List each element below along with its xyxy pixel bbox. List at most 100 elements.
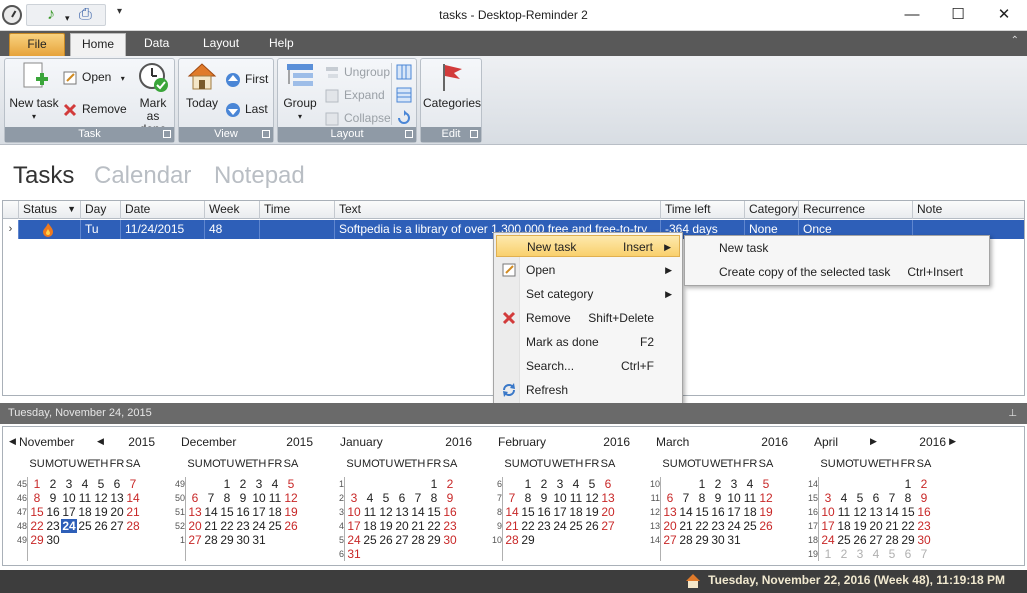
calendar-day[interactable]: 19 xyxy=(93,505,109,519)
calendar-day[interactable]: 28 xyxy=(884,533,900,547)
calendar-day[interactable]: 8 xyxy=(900,491,916,505)
calendar-day[interactable]: 3 xyxy=(251,477,267,491)
calendar-day[interactable]: 12 xyxy=(852,505,868,519)
calendar-day[interactable]: 24 xyxy=(346,533,362,547)
calendar-day[interactable]: 25 xyxy=(77,519,93,533)
calendar-day[interactable]: 4 xyxy=(568,477,584,491)
calendar-day[interactable]: 17 xyxy=(552,505,568,519)
calendar-day[interactable]: 26 xyxy=(852,533,868,547)
pin-icon[interactable]: ⊥ xyxy=(1008,403,1017,424)
calendar-day[interactable]: 18 xyxy=(362,519,378,533)
calendar-day[interactable]: 20 xyxy=(868,519,884,533)
next-month-icon[interactable]: ▶ xyxy=(870,436,877,447)
calendar-day[interactable]: 9 xyxy=(235,491,251,505)
calendar-day[interactable]: 24 xyxy=(726,519,742,533)
calendar-day[interactable]: 18 xyxy=(267,505,283,519)
calendar-day[interactable]: 30 xyxy=(442,533,458,547)
calendar-day[interactable]: 10 xyxy=(820,505,836,519)
calendar-day[interactable]: 5 xyxy=(852,491,868,505)
collapse-ribbon-icon[interactable]: ⌃ xyxy=(1011,35,1019,46)
header-recurrence[interactable]: Recurrence xyxy=(798,201,912,219)
calendar-day[interactable]: 6 xyxy=(868,491,884,505)
header-time-left[interactable]: Time left xyxy=(660,201,744,219)
tab-data[interactable]: Data xyxy=(132,33,181,56)
calendar-day[interactable]: 25 xyxy=(836,533,852,547)
calendar-day[interactable]: 23 xyxy=(235,519,251,533)
calendar-day[interactable]: 27 xyxy=(662,533,678,547)
calendar-day[interactable]: 26 xyxy=(584,519,600,533)
calendar-day[interactable]: 8 xyxy=(694,491,710,505)
filter-icon[interactable]: ▼ xyxy=(67,201,76,218)
expand-button[interactable]: Expand xyxy=(324,85,385,105)
calendar-day[interactable]: 26 xyxy=(93,519,109,533)
calendar-day[interactable]: 15 xyxy=(694,505,710,519)
calendar-day[interactable]: 4 xyxy=(362,491,378,505)
calendar-day[interactable]: 5 xyxy=(93,477,109,491)
calendar-day[interactable]: 15 xyxy=(900,505,916,519)
header-week[interactable]: Week xyxy=(204,201,259,219)
calendar-day[interactable]: 14 xyxy=(125,491,141,505)
calendar-day[interactable]: 5 xyxy=(584,477,600,491)
calendar-day[interactable]: 13 xyxy=(187,505,203,519)
calendar-day[interactable]: 4 xyxy=(742,477,758,491)
maximize-button[interactable]: ☐ xyxy=(935,0,981,30)
calendar-day[interactable]: 7 xyxy=(410,491,426,505)
last-button[interactable]: Last xyxy=(225,99,268,119)
calendar-day[interactable]: 17 xyxy=(726,505,742,519)
calendar-day[interactable]: 21 xyxy=(678,519,694,533)
today-button[interactable]: Today xyxy=(182,61,222,110)
calendar-day[interactable]: 11 xyxy=(742,491,758,505)
calendar-day[interactable]: 7 xyxy=(203,491,219,505)
calendar-day[interactable]: 28 xyxy=(678,533,694,547)
calendar-day[interactable]: 13 xyxy=(600,491,616,505)
calendar-day[interactable]: 10 xyxy=(552,491,568,505)
ungroup-button[interactable]: Ungroup xyxy=(324,62,390,82)
calendar-day[interactable]: 22 xyxy=(219,519,235,533)
calendar-day[interactable]: 30 xyxy=(235,533,251,547)
calendar-day[interactable]: 23 xyxy=(536,519,552,533)
calendar-day[interactable]: 17 xyxy=(820,519,836,533)
calendar-day[interactable]: 15 xyxy=(219,505,235,519)
calendar-day[interactable]: 9 xyxy=(916,491,932,505)
calendar-day[interactable]: 16 xyxy=(235,505,251,519)
calendar-day[interactable]: 20 xyxy=(394,519,410,533)
calendar-day[interactable]: 5 xyxy=(378,491,394,505)
calendar-day[interactable]: 9 xyxy=(710,491,726,505)
calendar-day[interactable]: 11 xyxy=(568,491,584,505)
calendar-day[interactable]: 23 xyxy=(916,519,932,533)
close-button[interactable]: ✕ xyxy=(981,0,1027,30)
calendar-day[interactable]: 19 xyxy=(584,505,600,519)
calendar-day[interactable]: 30 xyxy=(45,533,61,547)
calendar-day[interactable]: 31 xyxy=(726,533,742,547)
calendar-day[interactable]: 19 xyxy=(758,505,774,519)
new-task-button[interactable]: New task ▾ xyxy=(8,61,60,123)
view-tab-calendar[interactable]: Calendar xyxy=(94,162,191,190)
calendar-day[interactable]: 29 xyxy=(29,533,45,547)
categories-button[interactable]: Categories xyxy=(423,61,481,110)
calendar-day[interactable]: 13 xyxy=(662,505,678,519)
calendar-day[interactable]: 11 xyxy=(362,505,378,519)
calendar-day[interactable]: 14 xyxy=(504,505,520,519)
calendar-day[interactable]: 8 xyxy=(29,491,45,505)
calendar-day[interactable]: 12 xyxy=(283,491,299,505)
calendar-day[interactable]: 7 xyxy=(504,491,520,505)
calendar-day[interactable]: 6 xyxy=(394,491,410,505)
calendar-day[interactable]: 2 xyxy=(536,477,552,491)
calendar-day[interactable]: 31 xyxy=(251,533,267,547)
calendar-day[interactable]: 17 xyxy=(251,505,267,519)
calendar-day[interactable]: 5 xyxy=(758,477,774,491)
calendar-day[interactable]: 22 xyxy=(426,519,442,533)
calendar-day[interactable]: 21 xyxy=(504,519,520,533)
calendar-day[interactable]: 14 xyxy=(410,505,426,519)
calendar-day[interactable]: 3 xyxy=(61,477,77,491)
calendar-day[interactable]: 22 xyxy=(520,519,536,533)
calendar-day[interactable]: 20 xyxy=(600,505,616,519)
calendar-day[interactable]: 18 xyxy=(742,505,758,519)
calendar-day[interactable]: 21 xyxy=(410,519,426,533)
calendar-day[interactable]: 12 xyxy=(758,491,774,505)
calendar-day[interactable]: 10 xyxy=(251,491,267,505)
calendar-day[interactable]: 15 xyxy=(426,505,442,519)
next-year-icon[interactable]: ▶ xyxy=(949,436,956,447)
calendar-day[interactable]: 24 xyxy=(552,519,568,533)
calendar-day[interactable]: 16 xyxy=(442,505,458,519)
